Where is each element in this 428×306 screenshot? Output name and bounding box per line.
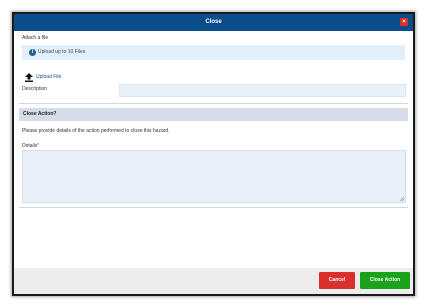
close-action-instructions: Please provide details of the action per…: [22, 128, 170, 134]
required-marker: *: [37, 143, 40, 149]
upload-icon[interactable]: [25, 73, 33, 82]
upload-info-text: Upload up to 10 Files: [38, 49, 86, 55]
divider: [19, 207, 408, 208]
close-icon[interactable]: ×: [400, 18, 408, 26]
divider: [19, 103, 408, 104]
attach-file-label: Attach a file: [22, 35, 49, 41]
upload-file-link[interactable]: Upload File: [36, 74, 61, 80]
resize-grip-icon[interactable]: [399, 196, 404, 201]
dialog-footer: Cancel Close Action: [14, 268, 413, 294]
description-input[interactable]: [119, 84, 406, 97]
description-label: Description: [22, 86, 48, 92]
cancel-button[interactable]: Cancel: [319, 272, 355, 289]
details-textarea[interactable]: [22, 150, 406, 203]
upload-info-banner: i Upload up to 10 Files: [22, 45, 405, 60]
dialog-title: Close: [205, 19, 222, 25]
dialog-titlebar: Close ×: [14, 14, 413, 31]
details-label-text: Details: [22, 143, 38, 149]
close-action-button[interactable]: Close Action: [360, 272, 410, 289]
details-label: Details*: [22, 143, 39, 149]
close-dialog: Close × Attach a file i Upload up to 10 …: [12, 12, 415, 296]
close-action-title: Close Action?: [23, 111, 57, 117]
close-action-section-header: Close Action?: [19, 108, 408, 121]
info-icon: i: [29, 49, 36, 56]
